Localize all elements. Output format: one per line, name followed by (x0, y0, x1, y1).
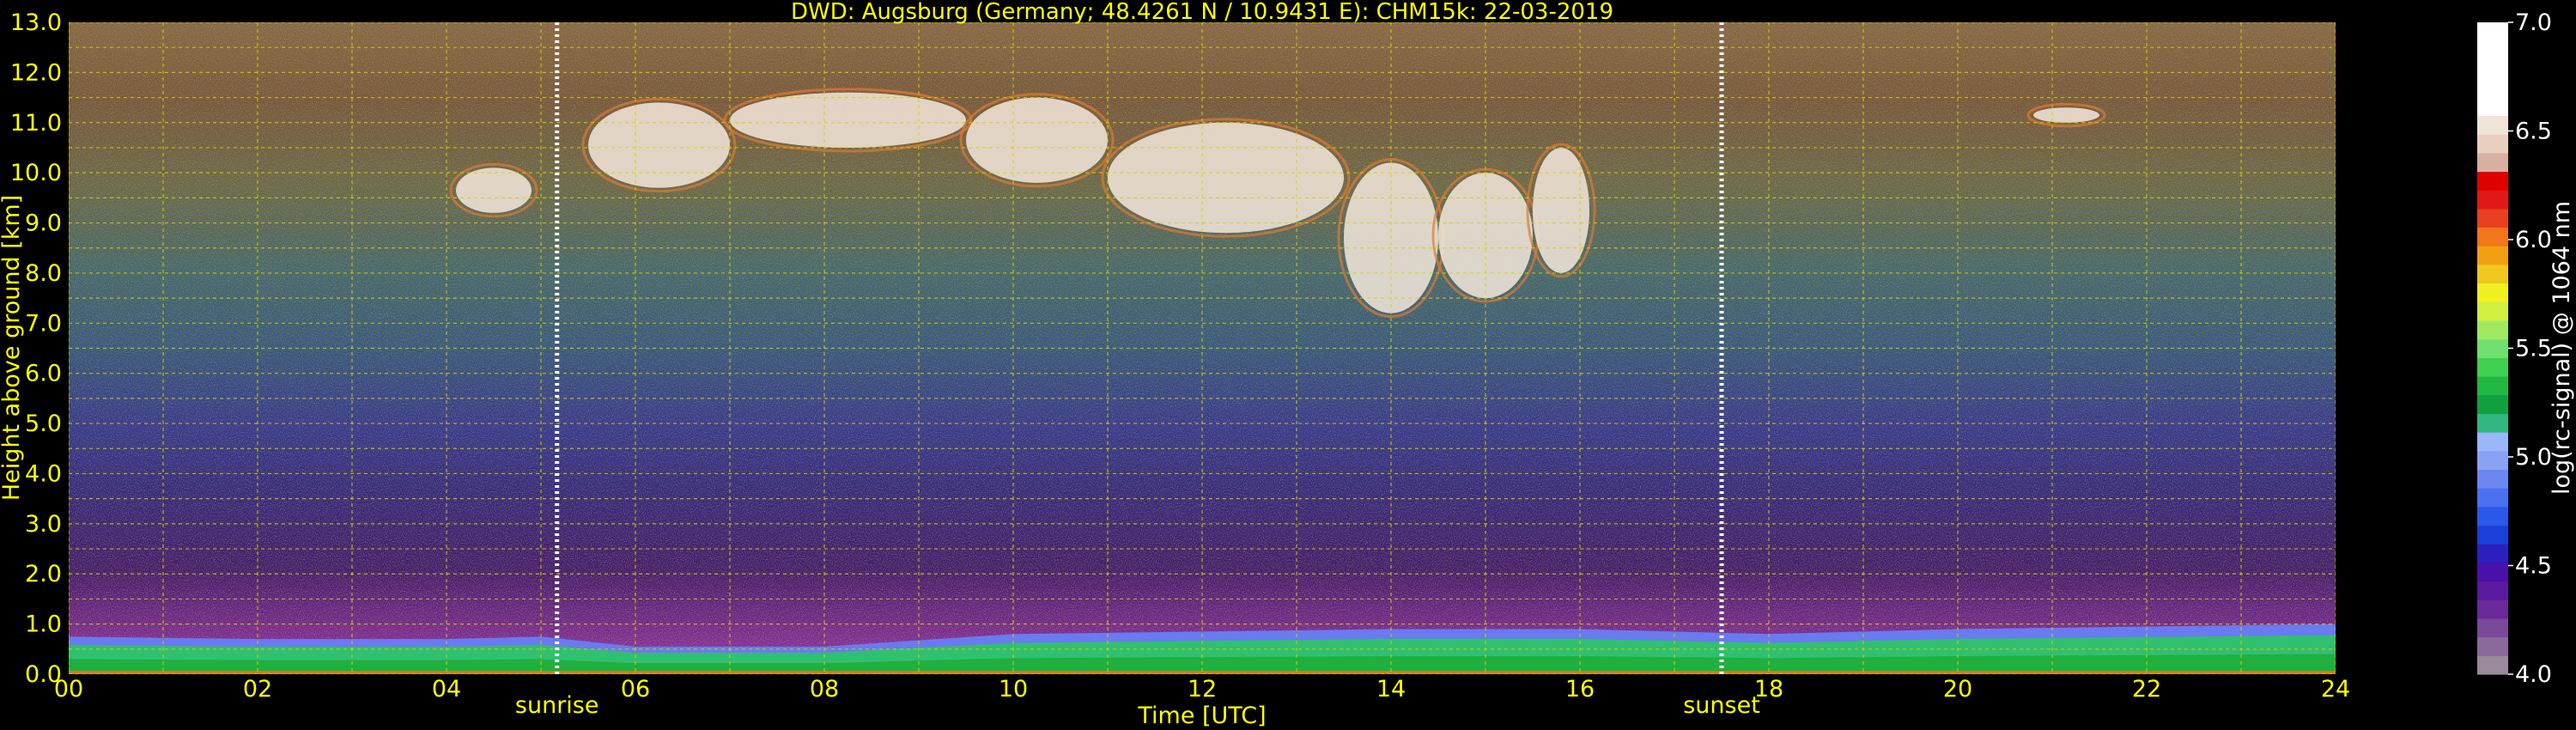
colorbar-tick-label: 6.0 (2515, 227, 2552, 253)
colorbar-segment (2477, 190, 2508, 210)
y-tick-label: 2.0 (25, 561, 62, 587)
colorbar-segment (2477, 171, 2508, 191)
colorbar-tick-label: 4.5 (2515, 553, 2552, 580)
chart-title: DWD: Augsburg (Germany; 48.4261 N / 10.9… (791, 0, 1613, 25)
x-tick-label: 08 (810, 676, 839, 703)
cirrus-cloud-3 (966, 97, 1108, 183)
colorbar-segment (2477, 617, 2508, 638)
y-tick-label: 6.0 (25, 361, 62, 387)
y-tick-label: 7.0 (25, 310, 62, 337)
colorbar-segment (2477, 376, 2508, 396)
sunrise-label: sunrise (515, 692, 599, 719)
colorbar-segment (2477, 581, 2508, 600)
colorbar-segment (2477, 413, 2508, 433)
colorbar-segment (2477, 338, 2508, 358)
y-tick-label: 5.0 (25, 411, 62, 437)
colorbar-tick-label: 7.0 (2515, 9, 2552, 36)
colorbar-segment (2477, 599, 2508, 619)
cirrus-cloud-7 (1533, 147, 1589, 273)
plot-area (69, 22, 2336, 674)
x-tick-label: 20 (1943, 676, 1972, 703)
colorbar-segment (2477, 450, 2508, 471)
colorbar-segment (2477, 469, 2508, 489)
cirrus-cloud-2 (730, 92, 966, 148)
x-tick-label: 02 (243, 676, 272, 703)
colorbar-segment (2477, 525, 2508, 544)
colorbar-tick-label: 5.0 (2515, 444, 2552, 471)
x-tick-label: 00 (54, 676, 83, 703)
y-axis-label: Height above ground [km] (0, 195, 25, 501)
x-axis-label: Time [UTC] (1137, 703, 1266, 729)
colorbar-segment (2477, 357, 2508, 377)
colorbar-segment (2477, 78, 2508, 98)
colorbar-segment (2477, 227, 2508, 246)
x-tick-label: 24 (2321, 676, 2350, 703)
colorbar-segment (2477, 432, 2508, 452)
colorbar-segment (2477, 544, 2508, 563)
sunset-label: sunset (1683, 692, 1760, 719)
colorbar-segment (2477, 59, 2508, 79)
colorbar-label: log(rc-signal) @ 1064 nm (2549, 201, 2575, 495)
colorbar (2477, 22, 2508, 675)
y-tick-label: 1.0 (25, 611, 62, 638)
colorbar-segment (2477, 301, 2508, 321)
colorbar-segment (2477, 488, 2508, 508)
colorbar-segment (2477, 134, 2508, 154)
colorbar-ticks: 4.0 4.5 5.0 5.5 6.0 6.5 7.0 (2508, 9, 2552, 688)
y-tick-label: 4.0 (25, 460, 62, 487)
colorbar-tick-label: 4.0 (2515, 661, 2552, 688)
x-tick-label: 22 (2132, 676, 2161, 703)
colorbar-tick-label: 5.5 (2515, 336, 2552, 362)
colorbar-segment (2477, 283, 2508, 302)
cirrus-cloud-8 (2033, 107, 2099, 123)
y-tick-label: 10.0 (10, 160, 62, 186)
colorbar-segment (2477, 319, 2508, 340)
x-tick-label: 14 (1376, 676, 1406, 703)
ceilometer-chart: 0.01.02.03.04.05.06.07.08.09.010.011.012… (0, 0, 2575, 729)
y-tick-label: 8.0 (25, 260, 62, 287)
colorbar-segment (2477, 562, 2508, 582)
y-tick-label: 3.0 (25, 511, 62, 538)
x-tick-label: 12 (1188, 676, 1217, 703)
x-tick-label: 16 (1565, 676, 1595, 703)
colorbar-segment (2477, 506, 2508, 526)
x-tick-label: 06 (621, 676, 650, 703)
colorbar-segment (2477, 208, 2508, 228)
x-tick-label: 04 (432, 676, 461, 703)
colorbar-segment (2477, 40, 2508, 60)
colorbar-segment (2477, 22, 2508, 42)
colorbar-segment (2477, 96, 2508, 117)
cirrus-cloud-1 (588, 102, 730, 188)
colorbar-segment (2477, 246, 2508, 265)
colorbar-tick-label: 6.5 (2515, 119, 2552, 145)
colorbar-segment (2477, 636, 2508, 656)
y-tick-label: 12.0 (10, 59, 62, 86)
y-tick-label: 9.0 (25, 210, 62, 237)
colorbar-segment (2477, 264, 2508, 284)
colorbar-segment (2477, 394, 2508, 414)
cirrus-cloud-4 (1108, 122, 1344, 234)
cirrus-cloud-0 (456, 167, 532, 213)
colorbar-segment (2477, 655, 2508, 675)
colorbar-segment (2477, 152, 2508, 173)
x-axis: 00 02 04 06 08 10 12 14 16 18 20 22 24 (54, 676, 2350, 703)
y-tick-label: 11.0 (10, 110, 62, 137)
colorbar-segment (2477, 115, 2508, 135)
y-tick-label: 13.0 (10, 9, 62, 36)
x-tick-label: 10 (999, 676, 1028, 703)
